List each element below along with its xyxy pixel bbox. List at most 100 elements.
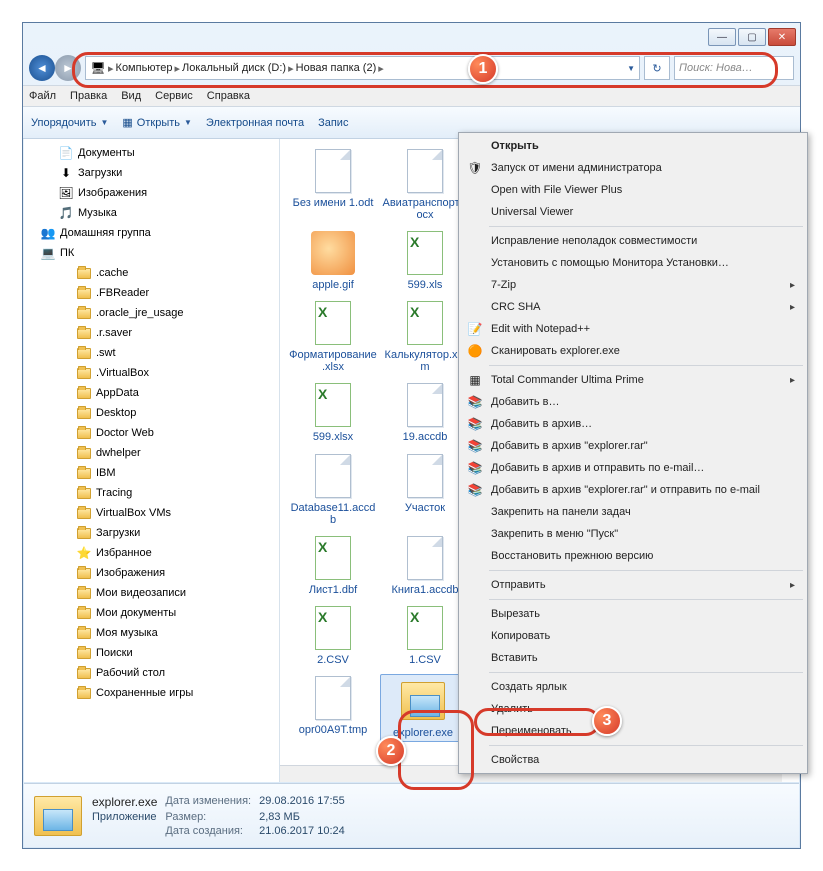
context-menu-item[interactable]: CRC SHA [461, 296, 805, 318]
file-item[interactable]: Лист1.dbf [288, 534, 378, 596]
file-item[interactable]: 599.xls [380, 229, 470, 291]
context-menu-item[interactable]: Удалить [461, 698, 805, 720]
burn-button[interactable]: Запис [318, 117, 348, 129]
file-item[interactable]: opr00A9T.tmp [288, 674, 378, 742]
tree-item[interactable]: 👥Домашняя группа [24, 223, 279, 243]
back-button[interactable]: ◄ [29, 55, 55, 81]
tree-item[interactable]: Мои видеозаписи [24, 583, 279, 603]
address-bar[interactable]: 🖥 ▸ Компьютер ▸ Локальный диск (D:) ▸ Но… [85, 56, 640, 80]
context-menu-item[interactable]: Свойства [461, 749, 805, 771]
context-menu-item[interactable]: 7-Zip [461, 274, 805, 296]
context-menu-item[interactable]: 📚Добавить в архив "explorer.rar" [461, 435, 805, 457]
context-menu-item[interactable]: 📚Добавить в архив и отправить по e-mail… [461, 457, 805, 479]
file-item[interactable]: apple.gif [288, 229, 378, 291]
tree-item[interactable]: .oracle_jre_usage [24, 303, 279, 323]
tree-item[interactable]: Изображения [24, 563, 279, 583]
file-item[interactable]: Авиатранспорт.docx [380, 147, 470, 221]
tree-item[interactable]: Doctor Web [24, 423, 279, 443]
file-item[interactable]: Участок [380, 452, 470, 526]
tree-item[interactable]: ⭐Избранное [24, 543, 279, 563]
tree-item[interactable]: VirtualBox VMs [24, 503, 279, 523]
tree-item[interactable]: .swt [24, 343, 279, 363]
file-item[interactable]: explorer.exe [380, 674, 466, 742]
context-menu-item[interactable]: Установить с помощью Монитора Установки… [461, 252, 805, 274]
tree-item[interactable]: .cache [24, 263, 279, 283]
context-menu-item[interactable]: Open with File Viewer Plus [461, 179, 805, 201]
context-menu-item[interactable]: Восстановить прежнюю версию [461, 545, 805, 567]
address-dropdown-icon[interactable]: ▼ [627, 64, 635, 73]
context-menu-item[interactable]: 📚Добавить в архив… [461, 413, 805, 435]
tree-item[interactable]: .VirtualBox [24, 363, 279, 383]
menu-tools[interactable]: Сервис [155, 90, 193, 102]
tree-item[interactable]: 🖼Изображения [24, 183, 279, 203]
context-menu-item[interactable]: Копировать [461, 625, 805, 647]
breadcrumb-seg[interactable]: Локальный диск (D:) [182, 62, 286, 74]
menu-file[interactable]: Файл [29, 90, 56, 102]
file-item[interactable]: 599.xlsx [288, 381, 378, 443]
context-menu-item[interactable]: ▦Total Commander Ultima Prime [461, 369, 805, 391]
tree-item[interactable]: IBM [24, 463, 279, 483]
tree-item[interactable]: Desktop [24, 403, 279, 423]
email-button[interactable]: Электронная почта [206, 117, 304, 129]
open-button[interactable]: ▦ Открыть ▼ [122, 116, 192, 129]
menu-help[interactable]: Справка [207, 90, 250, 102]
context-menu-item[interactable]: Закрепить на панели задач [461, 501, 805, 523]
context-menu-item[interactable]: Создать ярлык [461, 676, 805, 698]
folder-icon [76, 405, 92, 421]
xls-icon [309, 299, 357, 347]
file-item[interactable]: Без имени 1.odt [288, 147, 378, 221]
file-item[interactable]: 19.accdb [380, 381, 470, 443]
context-menu-item[interactable]: 📝Edit with Notepad++ [461, 318, 805, 340]
menu-edit[interactable]: Правка [70, 90, 107, 102]
context-menu-item[interactable]: 📚Добавить в… [461, 391, 805, 413]
rar-icon: 📚 [467, 416, 483, 432]
tree-item[interactable]: Сохраненные игры [24, 683, 279, 703]
breadcrumb-seg[interactable]: Новая папка (2) [296, 62, 377, 74]
tree-item[interactable]: .FBReader [24, 283, 279, 303]
rar-icon: 📚 [467, 460, 483, 476]
tree-item[interactable]: Загрузки [24, 523, 279, 543]
folder-tree[interactable]: 📄Документы⬇Загрузки🖼Изображения🎵Музыка👥Д… [24, 139, 280, 782]
tree-item[interactable]: Мои документы [24, 603, 279, 623]
folder-icon [76, 525, 92, 541]
context-menu-item[interactable]: Открыть [461, 135, 805, 157]
folder-icon [76, 385, 92, 401]
organize-button[interactable]: Упорядочить ▼ [31, 117, 108, 129]
maximize-button[interactable]: ▢ [738, 28, 766, 46]
context-menu-item[interactable]: Вырезать [461, 603, 805, 625]
context-menu-item[interactable]: Закрепить в меню "Пуск" [461, 523, 805, 545]
tree-item[interactable]: Моя музыка [24, 623, 279, 643]
close-button[interactable]: ✕ [768, 28, 796, 46]
context-menu-item[interactable]: Universal Viewer [461, 201, 805, 223]
tree-item[interactable]: 🎵Музыка [24, 203, 279, 223]
menu-view[interactable]: Вид [121, 90, 141, 102]
context-menu-item[interactable]: 📚Добавить в архив "explorer.rar" и отпра… [461, 479, 805, 501]
context-menu: Открыть🛡Запуск от имени администратораOp… [458, 132, 808, 774]
tree-item[interactable]: Поиски [24, 643, 279, 663]
context-menu-item[interactable]: Переименовать [461, 720, 805, 742]
tree-item[interactable]: .r.saver [24, 323, 279, 343]
tree-item[interactable]: 💻ПК [24, 243, 279, 263]
refresh-button[interactable]: ↻ [644, 56, 670, 80]
tree-item[interactable]: Tracing [24, 483, 279, 503]
tree-item[interactable]: Рабочий стол [24, 663, 279, 683]
context-menu-item[interactable]: Вставить [461, 647, 805, 669]
file-item[interactable]: Database11.accdb [288, 452, 378, 526]
breadcrumb-seg[interactable]: Компьютер [116, 62, 173, 74]
file-item[interactable]: 2.CSV [288, 604, 378, 666]
context-menu-item[interactable]: Исправление неполадок совместимости [461, 230, 805, 252]
minimize-button[interactable]: — [708, 28, 736, 46]
search-input[interactable]: Поиск: Нова… [674, 56, 794, 80]
context-menu-item[interactable]: 🟠Сканировать explorer.exe [461, 340, 805, 362]
tree-item[interactable]: dwhelper [24, 443, 279, 463]
file-item[interactable]: Калькулятор.xlsm [380, 299, 470, 373]
forward-button[interactable]: ► [55, 55, 81, 81]
file-item[interactable]: Книга1.accdb [380, 534, 470, 596]
tree-item[interactable]: AppData [24, 383, 279, 403]
context-menu-item[interactable]: Отправить [461, 574, 805, 596]
context-menu-item[interactable]: 🛡Запуск от имени администратора [461, 157, 805, 179]
file-item[interactable]: 1.CSV [380, 604, 470, 666]
file-item[interactable]: Форматирование.xlsx [288, 299, 378, 373]
tree-item[interactable]: 📄Документы [24, 143, 279, 163]
tree-item[interactable]: ⬇Загрузки [24, 163, 279, 183]
